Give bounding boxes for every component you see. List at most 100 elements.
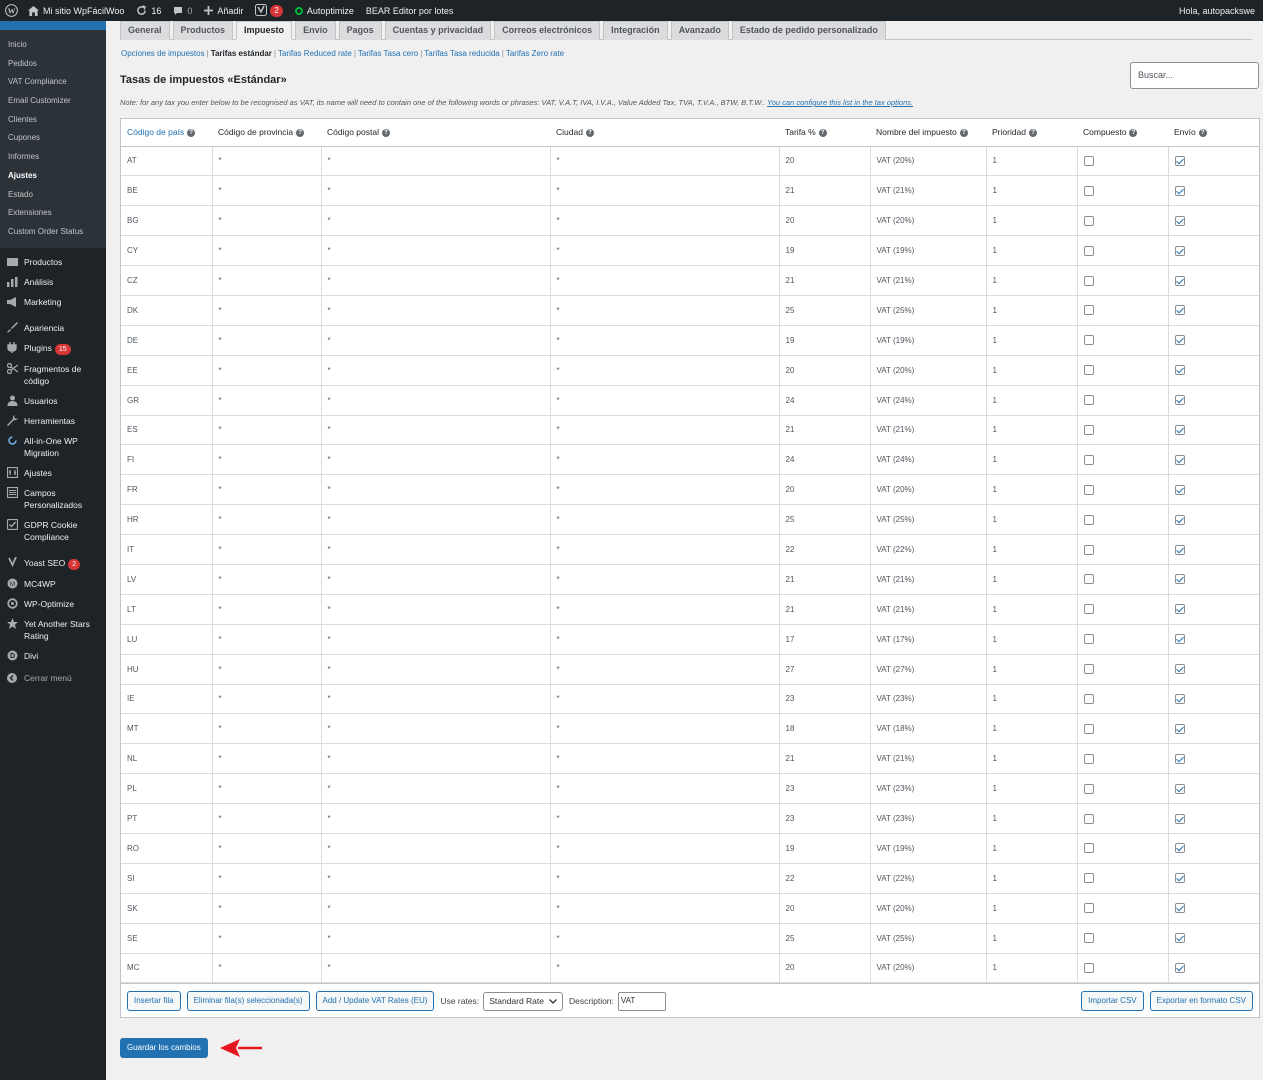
- tab-pagos[interactable]: Pagos: [338, 21, 382, 40]
- cell-priority[interactable]: 1: [986, 175, 1078, 207]
- cell-priority[interactable]: 1: [986, 295, 1078, 326]
- sidebar-item[interactable]: Yet Another Stars Rating: [0, 614, 106, 646]
- configure-list-link[interactable]: You can configure this list in the tax o…: [767, 98, 913, 107]
- cell-country[interactable]: BE: [121, 175, 213, 207]
- cell-name[interactable]: VAT (21%): [870, 743, 987, 775]
- shipping-checkbox[interactable]: [1174, 424, 1185, 435]
- cell-country[interactable]: PT: [121, 803, 213, 834]
- table-row[interactable]: FI * * * 24 VAT (24%) 1: [121, 444, 1259, 476]
- cell-name[interactable]: VAT (24%): [870, 385, 987, 416]
- cell-rate[interactable]: 25: [779, 504, 871, 536]
- sidebar-item[interactable]: Ajustes: [0, 463, 106, 483]
- compound-checkbox[interactable]: [1083, 305, 1094, 316]
- cell-name[interactable]: VAT (21%): [870, 415, 987, 446]
- cell-rate[interactable]: 19: [779, 325, 871, 356]
- cell-city[interactable]: *: [550, 504, 780, 536]
- compound-checkbox[interactable]: [1083, 544, 1094, 555]
- cell-priority[interactable]: 1: [986, 474, 1078, 506]
- table-row[interactable]: AT * * * 20 VAT (20%) 1: [121, 146, 1259, 177]
- compound-checkbox[interactable]: [1083, 275, 1094, 286]
- cell-priority[interactable]: 1: [986, 893, 1078, 924]
- cell-state[interactable]: *: [212, 953, 322, 984]
- cell-rate[interactable]: 20: [779, 355, 871, 386]
- comments-link[interactable]: 0: [167, 0, 198, 21]
- cell-priority[interactable]: 1: [986, 355, 1078, 386]
- cell-city[interactable]: *: [550, 385, 780, 416]
- table-row[interactable]: BG * * * 20 VAT (20%) 1: [121, 205, 1259, 237]
- cell-city[interactable]: *: [550, 534, 780, 565]
- cell-postcode[interactable]: *: [321, 624, 551, 655]
- help-icon[interactable]: ?: [296, 129, 305, 137]
- cell-name[interactable]: VAT (23%): [870, 684, 987, 715]
- insert-row-button[interactable]: Insertar fila: [127, 991, 181, 1011]
- sidebar-item[interactable]: M MC4WP: [0, 574, 106, 594]
- shipping-checkbox[interactable]: [1174, 215, 1185, 226]
- help-icon[interactable]: ?: [187, 129, 196, 137]
- submenu-item[interactable]: Extensiones: [0, 204, 106, 223]
- export-csv-button[interactable]: Exportar en formato CSV: [1149, 991, 1253, 1011]
- sidebar-item[interactable]: Usuarios: [0, 391, 106, 411]
- sidebar-item[interactable]: D Divi: [0, 646, 106, 666]
- sidebar-item[interactable]: Fragmentos de código: [0, 359, 106, 391]
- shipping-checkbox[interactable]: [1174, 335, 1185, 346]
- cell-country[interactable]: NL: [121, 743, 213, 775]
- cell-country[interactable]: MT: [121, 713, 213, 745]
- cell-rate[interactable]: 27: [779, 654, 871, 685]
- submenu-item-current[interactable]: Ajustes: [0, 167, 106, 186]
- help-icon[interactable]: ?: [1129, 129, 1138, 137]
- cell-country[interactable]: FI: [121, 444, 213, 476]
- cell-city[interactable]: *: [550, 444, 780, 476]
- cell-state[interactable]: *: [212, 713, 322, 745]
- compound-checkbox[interactable]: [1083, 843, 1094, 854]
- cell-postcode[interactable]: *: [321, 295, 551, 326]
- cell-city[interactable]: *: [550, 594, 780, 625]
- shipping-checkbox[interactable]: [1174, 454, 1185, 465]
- add-new-link[interactable]: Añadir: [198, 0, 249, 21]
- compound-checkbox[interactable]: [1083, 574, 1094, 585]
- cell-state[interactable]: *: [212, 295, 322, 326]
- cell-name[interactable]: VAT (20%): [870, 146, 987, 177]
- table-row[interactable]: FR * * * 20 VAT (20%) 1: [121, 474, 1259, 506]
- cell-postcode[interactable]: *: [321, 893, 551, 924]
- submenu-item[interactable]: VAT Compliance: [0, 73, 106, 92]
- cell-postcode[interactable]: *: [321, 355, 551, 386]
- sidebar-item[interactable]: Marketing: [0, 292, 106, 312]
- cell-country[interactable]: LT: [121, 594, 213, 625]
- help-icon[interactable]: ?: [381, 129, 390, 137]
- table-row[interactable]: CZ * * * 21 VAT (21%) 1: [121, 265, 1259, 296]
- tab-productos[interactable]: Productos: [172, 21, 234, 40]
- cell-rate[interactable]: 21: [779, 175, 871, 207]
- cell-rate[interactable]: 20: [779, 474, 871, 506]
- cell-state[interactable]: *: [212, 265, 322, 296]
- cell-city[interactable]: *: [550, 325, 780, 356]
- cell-city[interactable]: *: [550, 743, 780, 775]
- tab-cuentas-y-privacidad[interactable]: Cuentas y privacidad: [384, 21, 492, 40]
- cell-postcode[interactable]: *: [321, 564, 551, 595]
- cell-name[interactable]: VAT (23%): [870, 803, 987, 834]
- cell-rate[interactable]: 23: [779, 684, 871, 715]
- cell-postcode[interactable]: *: [321, 713, 551, 745]
- submenu-item[interactable]: Email Customizer: [0, 92, 106, 111]
- cell-rate[interactable]: 25: [779, 923, 871, 954]
- cell-name[interactable]: VAT (21%): [870, 564, 987, 595]
- cell-postcode[interactable]: *: [321, 863, 551, 894]
- compound-checkbox[interactable]: [1083, 753, 1094, 764]
- cell-priority[interactable]: 1: [986, 833, 1078, 864]
- table-row[interactable]: NL * * * 21 VAT (21%) 1: [121, 743, 1259, 775]
- cell-postcode[interactable]: *: [321, 504, 551, 536]
- cell-postcode[interactable]: *: [321, 385, 551, 416]
- shipping-checkbox[interactable]: [1174, 185, 1185, 196]
- compound-checkbox[interactable]: [1083, 962, 1094, 973]
- shipping-checkbox[interactable]: [1174, 723, 1185, 734]
- cell-state[interactable]: *: [212, 235, 322, 267]
- cell-postcode[interactable]: *: [321, 594, 551, 625]
- cell-priority[interactable]: 1: [986, 624, 1078, 655]
- help-icon[interactable]: ?: [1029, 129, 1038, 137]
- compound-checkbox[interactable]: [1083, 933, 1094, 944]
- cell-city[interactable]: *: [550, 833, 780, 864]
- cell-name[interactable]: VAT (23%): [870, 773, 987, 805]
- cell-priority[interactable]: 1: [986, 743, 1078, 775]
- wordpress-logo-icon[interactable]: W: [0, 0, 22, 21]
- cell-postcode[interactable]: *: [321, 444, 551, 476]
- cell-state[interactable]: *: [212, 325, 322, 356]
